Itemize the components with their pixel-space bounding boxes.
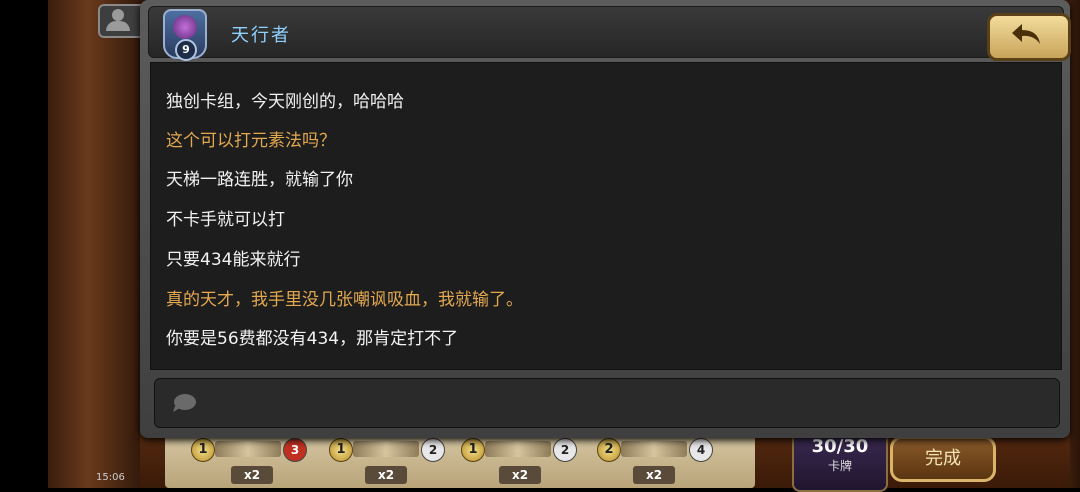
speech-bubble-icon [173,394,196,412]
chat-message: 真的天才，我手里没几张嘲讽吸血，我就输了。 [166,290,523,310]
card-count-label: 卡牌 [827,459,852,473]
message-list[interactable]: 独创卡组，今天刚创的，哈哈哈 这个可以打元素法吗？ 天梯一路连胜，就输了你 不卡… [150,62,1062,370]
chat-message: 只要434能来就行 [166,250,301,270]
card-stat: 2 [421,438,445,462]
chat-title: 天行者 [231,25,291,46]
chat-message: 天梯一路连胜，就输了你 [166,170,353,190]
status-time: 15:06 [96,472,125,483]
chat-title-bar: 9 天行者 [148,6,1071,61]
card-count-badge: x2 [365,466,407,484]
card-count-badge: x2 [231,466,273,484]
card-slot[interactable]: 1 3 [191,438,307,462]
deck-card-list: 1 3 x2 1 2 x2 1 2 x2 2 4 x2 [165,430,755,488]
card-stat: 4 [689,438,713,462]
card-slot[interactable]: 2 4 [597,438,713,462]
card-name-plate [215,441,281,457]
deck-card-count: 30/30 卡牌 [792,432,888,492]
back-button[interactable] [987,13,1071,61]
chat-message: 独创卡组，今天刚创的，哈哈哈 [166,92,404,112]
mana-cost: 1 [461,438,485,462]
friend-avatar[interactable]: 9 [163,9,207,61]
chat-message: 不卡手就可以打 [166,210,285,230]
chat-message: 你要是56费都没有434，那肯定打不了 [166,329,459,349]
back-arrow-icon [1012,24,1040,44]
card-count-badge: x2 [633,466,675,484]
friend-icon [112,9,124,21]
card-count-badge: x2 [499,466,541,484]
card-name-plate [353,441,419,457]
chat-input[interactable] [154,378,1060,428]
card-slot[interactable]: 1 2 [329,438,445,462]
done-button[interactable]: 完成 [890,436,996,482]
card-slot[interactable]: 1 2 [461,438,577,462]
chat-window: 9 天行者 独创卡组，今天刚创的，哈哈哈 这个可以打元素法吗？ 天梯一路连胜，就… [140,0,1071,438]
mana-cost: 1 [191,438,215,462]
card-name-plate [621,441,687,457]
card-count-value: 30/30 [811,436,869,457]
card-stat: 2 [553,438,577,462]
wood-frame-left [48,0,148,488]
chat-message: 这个可以打元素法吗？ [166,131,336,151]
mana-cost: 1 [329,438,353,462]
hero-portrait-icon [173,15,197,39]
card-name-plate [485,441,551,457]
rank-badge: 9 [175,39,197,61]
card-stat: 3 [283,438,307,462]
mana-cost: 2 [597,438,621,462]
